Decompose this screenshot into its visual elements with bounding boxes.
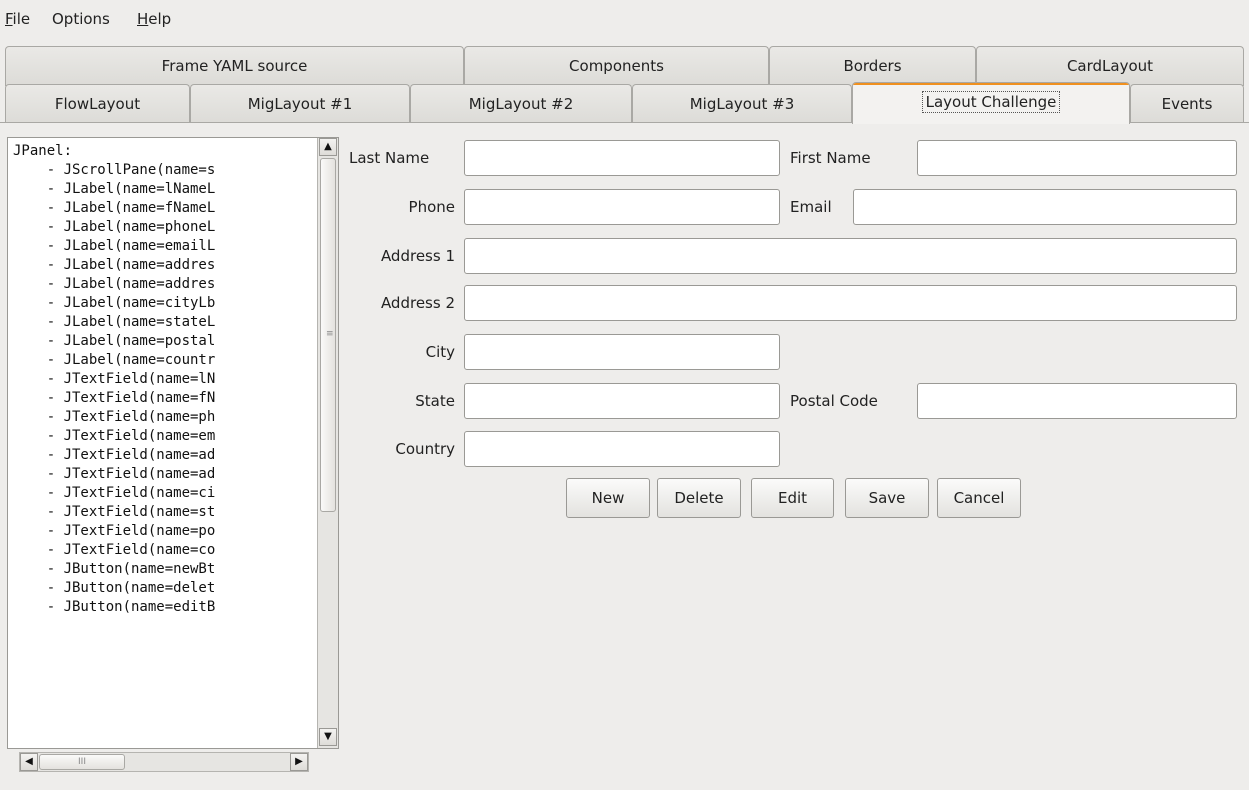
menu-file[interactable]: File [5,10,30,28]
state-field[interactable] [464,383,780,419]
yaml-source-line: - JLabel(name=stateL [13,314,216,330]
yaml-source-text: JPanel: - JScrollPane(name=s - JLabel(na… [13,142,315,742]
tab-miglayout-1[interactable]: MigLayout #1 [190,84,410,124]
yaml-source-line: - JTextField(name=ad [13,447,216,463]
postal-code-label: Postal Code [790,392,878,410]
email-field[interactable] [853,189,1237,225]
yaml-source-line: - JTextField(name=em [13,428,216,444]
yaml-source-line: - JTextField(name=co [13,542,216,558]
scroll-right-icon[interactable]: ▶ [290,753,308,771]
postal-code-field[interactable] [917,383,1237,419]
country-field[interactable] [464,431,780,467]
tab-miglayout-2[interactable]: MigLayout #2 [410,84,632,124]
state-label: State [415,392,455,410]
city-field[interactable] [464,334,780,370]
vertical-scrollbar[interactable]: ▲ ≡ ▼ [317,138,338,748]
yaml-source-line: - JLabel(name=postal [13,333,216,349]
horizontal-scroll-thumb[interactable]: III [39,754,125,770]
tab-events[interactable]: Events [1130,84,1244,124]
phone-label: Phone [408,198,455,216]
horizontal-scrollbar[interactable]: ◀ III ▶ [19,752,309,772]
edit-button[interactable]: Edit [751,478,834,518]
yaml-source-line: - JTextField(name=lN [13,371,216,387]
yaml-source-line: - JScrollPane(name=s [13,162,216,178]
yaml-source-line: - JLabel(name=emailL [13,238,216,254]
first-name-label: First Name [790,149,871,167]
menu-bar: File Options Help [0,0,1249,38]
tab-flowlayout[interactable]: FlowLayout [5,84,190,124]
cancel-button[interactable]: Cancel [937,478,1021,518]
tab-layout-challenge[interactable]: Layout Challenge [852,82,1130,124]
menu-help[interactable]: Help [137,10,171,28]
yaml-source-line: - JLabel(name=phoneL [13,219,216,235]
yaml-source-line: - JTextField(name=ph [13,409,216,425]
tab-borders[interactable]: Borders [769,46,976,86]
menu-file-mnemonic: F [5,10,13,28]
tab-miglayout-3[interactable]: MigLayout #3 [632,84,852,124]
yaml-source-line: - JTextField(name=po [13,523,216,539]
tab-components[interactable]: Components [464,46,769,86]
yaml-source-line: - JTextField(name=ci [13,485,216,501]
new-button[interactable]: New [566,478,650,518]
yaml-source-line: - JLabel(name=lNameL [13,181,216,197]
first-name-field[interactable] [917,140,1237,176]
menu-file-label: ile [12,10,31,28]
scroll-down-icon[interactable]: ▼ [319,728,337,746]
phone-field[interactable] [464,189,780,225]
yaml-source-line: - JLabel(name=cityLb [13,295,216,311]
yaml-source-line: - JButton(name=editB [13,599,216,615]
yaml-source-line: - JButton(name=newBt [13,561,216,577]
country-label: Country [395,440,455,458]
city-label: City [425,343,455,361]
yaml-source-line: - JButton(name=delet [13,580,216,596]
yaml-source-line: - JTextField(name=st [13,504,216,520]
yaml-source-line: - JTextField(name=ad [13,466,216,482]
address2-label: Address 2 [380,294,455,312]
scroll-left-icon[interactable]: ◀ [20,753,38,771]
address2-field[interactable] [464,285,1237,321]
delete-button[interactable]: Delete [657,478,741,518]
menu-help-label: elp [148,10,172,28]
yaml-source-line: - JLabel(name=fNameL [13,200,216,216]
save-button[interactable]: Save [845,478,929,518]
tab-cardlayout[interactable]: CardLayout [976,46,1244,86]
address1-field[interactable] [464,238,1237,274]
last-name-field[interactable] [464,140,780,176]
yaml-source-line: JPanel: [13,143,73,159]
email-label: Email [790,198,832,216]
address1-label: Address 1 [380,247,455,265]
grip-icon: III [78,757,86,767]
last-name-label: Last Name [349,149,430,167]
yaml-source-line: - JLabel(name=addres [13,257,216,273]
yaml-source-line: - JTextField(name=fN [13,390,216,406]
vertical-scroll-thumb[interactable]: ≡ [320,158,336,512]
menu-help-mnemonic: H [137,10,149,28]
menu-options[interactable]: Options [52,10,110,28]
yaml-source-line: - JLabel(name=countr [13,352,216,368]
yaml-source-line: - JLabel(name=addres [13,276,216,292]
scroll-up-icon[interactable]: ▲ [319,138,337,156]
grip-icon: ≡ [326,329,334,339]
tab-layout-challenge-label: Layout Challenge [921,91,1061,113]
tab-frame-yaml-source[interactable]: Frame YAML source [5,46,464,86]
